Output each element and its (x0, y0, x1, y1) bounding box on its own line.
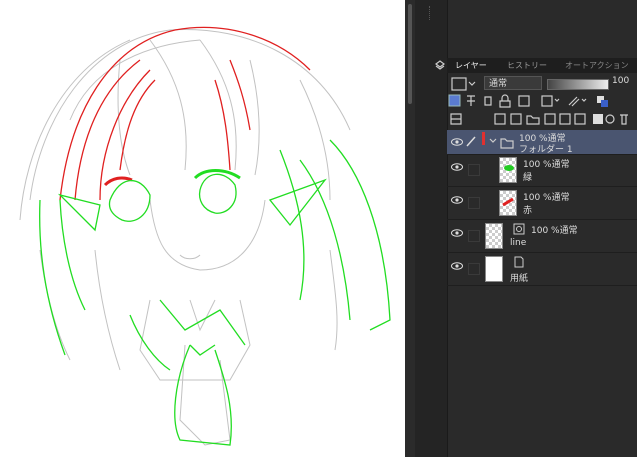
layer-mode: 100 %通常 (523, 193, 570, 203)
layer-row-red[interactable]: 100 %通常 赤 (447, 187, 637, 220)
layer-row-green[interactable]: 100 %通常 緑 (447, 154, 637, 187)
folder-icon[interactable] (489, 137, 515, 149)
action-icons[interactable] (447, 111, 637, 127)
layer-thumbnail (499, 190, 517, 216)
layer-list: 100 %通常 フォルダー 1 100 %通常 緑 100 %通常 赤 100 … (447, 130, 637, 290)
layer-thumbnail (499, 157, 517, 183)
opacity-slider[interactable] (547, 79, 609, 90)
layer-mode: 100 %通常 (531, 226, 578, 236)
layer-name: 緑 (523, 173, 533, 183)
paper-icon (514, 256, 524, 268)
tab-layer[interactable]: レイヤー (455, 58, 487, 73)
layer-thumbnail (485, 256, 503, 282)
eye-icon[interactable] (451, 196, 463, 204)
blend-mode-select[interactable]: 通常 (484, 76, 542, 90)
eye-icon[interactable] (451, 138, 463, 146)
layer-name: 赤 (523, 206, 533, 216)
eye-icon[interactable] (451, 262, 463, 270)
tab-history[interactable]: ヒストリー (507, 58, 547, 73)
lock-slot[interactable] (468, 164, 480, 176)
tab-auto-action[interactable]: オートアクション (565, 58, 629, 73)
panel-tabs: レイヤー ヒストリー オートアクション (435, 58, 637, 73)
raster-layer-icon (513, 223, 525, 235)
layer-row-line[interactable]: 100 %通常 line (447, 220, 637, 253)
pen-icon (466, 136, 476, 147)
layers-icon (435, 60, 445, 72)
layer-mode: 100 %通常 (523, 160, 570, 170)
eye-icon[interactable] (451, 229, 463, 237)
opacity-value[interactable]: 100 (612, 76, 629, 86)
layer-row-paper[interactable]: 用紙 (447, 253, 637, 286)
canvas-scrollbar[interactable] (405, 0, 415, 457)
line-art (19, 26, 391, 446)
layer-color-marker (482, 132, 485, 145)
layer-property-toolbar (447, 93, 637, 109)
grip-icon[interactable] (429, 6, 433, 20)
lock-slot[interactable] (468, 230, 480, 242)
layer-thumbnail (485, 223, 503, 249)
scrollbar-thumb[interactable] (408, 4, 412, 104)
layer-name: 用紙 (510, 274, 529, 284)
lock-slot[interactable] (468, 197, 480, 209)
lock-slot[interactable] (468, 263, 480, 275)
property-icons[interactable] (447, 93, 637, 109)
layer-row-folder[interactable]: 100 %通常 フォルダー 1 (447, 130, 637, 155)
layer-action-toolbar (447, 111, 637, 127)
layer-panel: レイヤー ヒストリー オートアクション 通常 100 100 %通常 フォルダー… (415, 0, 637, 457)
eye-icon[interactable] (451, 163, 463, 171)
drawing-canvas[interactable] (0, 0, 405, 457)
layer-name: line (510, 238, 527, 248)
blend-row: 通常 100 (447, 75, 637, 93)
